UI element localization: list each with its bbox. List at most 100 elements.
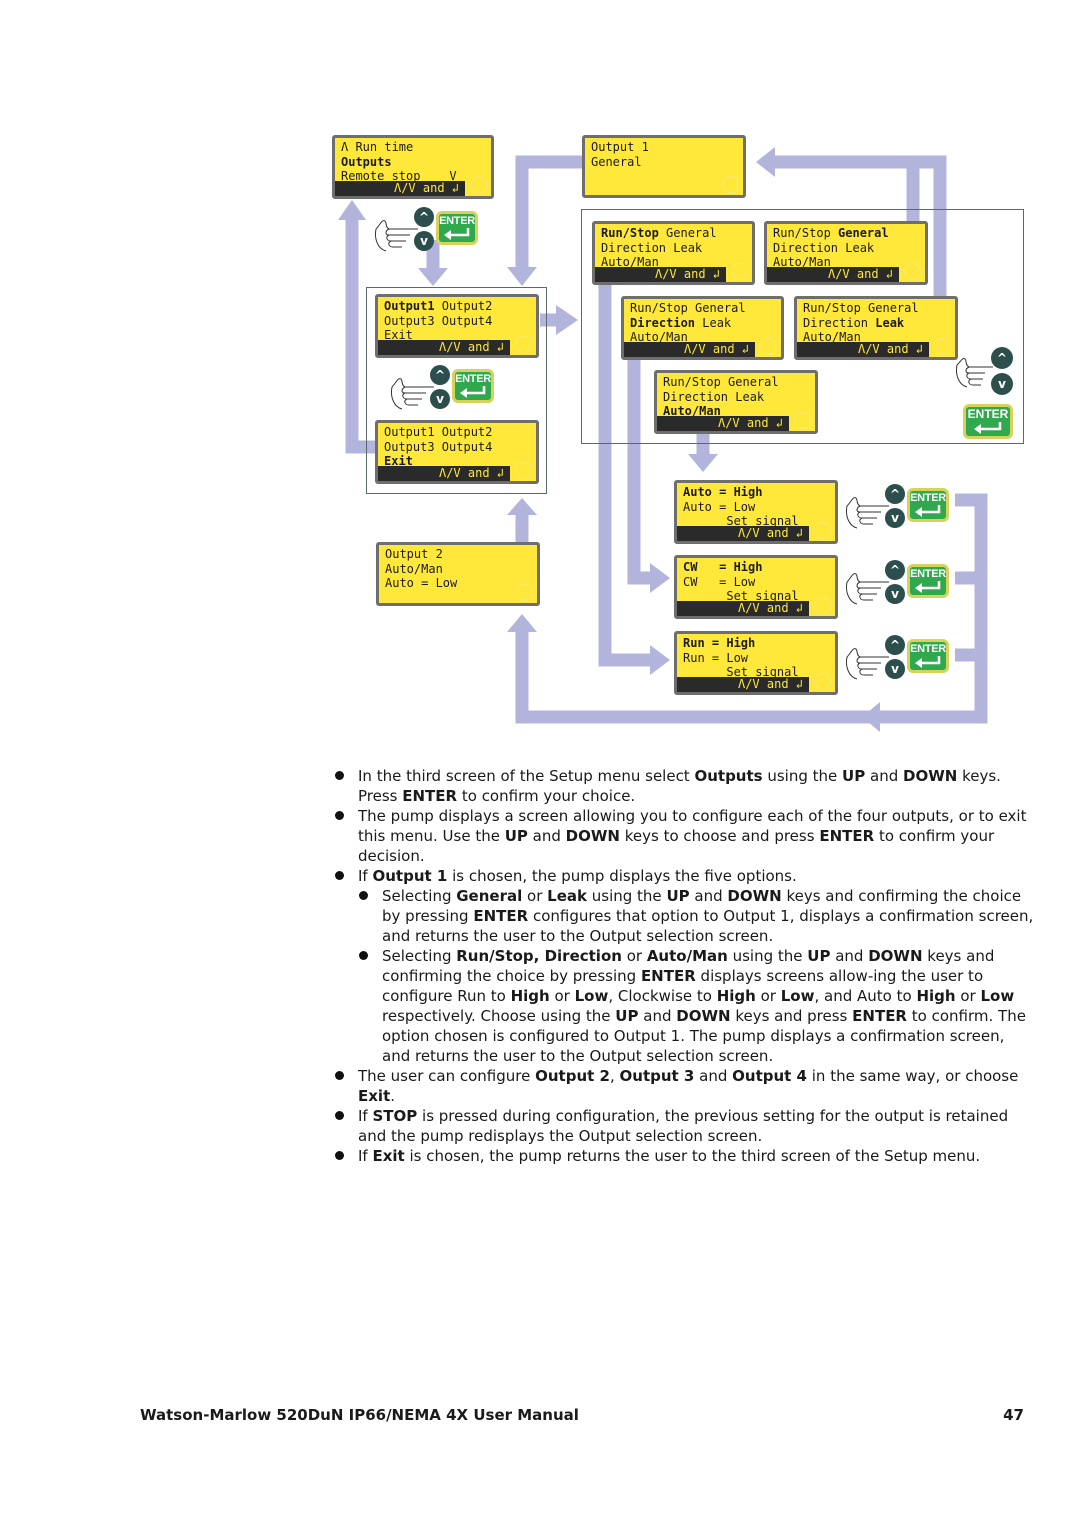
lcd-corner-circle-icon [814, 597, 831, 614]
lcd-corner-circle-icon [934, 338, 951, 355]
lcd-output1-general-confirm: Output 1 General [582, 135, 746, 198]
lcd-line: Auto/Man [385, 561, 443, 576]
lcd-corner-circle-icon [904, 263, 921, 280]
lcd-outputs-select-output1: Output1 Output2 Output3 Output4 Exit Λ/V an… [375, 294, 539, 358]
return-arrow-icon [444, 228, 470, 240]
keypad-auto: ^ v ENTER [843, 484, 963, 540]
bullet-item: If STOP is pressed during configuration,… [334, 1106, 1034, 1146]
lcd-line: Direction Leak [773, 240, 875, 255]
enter-key-label: ENTER [910, 643, 946, 655]
up-arrow-key: ^ [885, 484, 905, 504]
enter-key-label: ENTER [910, 568, 946, 580]
lcd-options-runstop: Run/Stop General Direction Leak Auto/Man Λ/… [592, 221, 755, 285]
lcd-line: Auto = High [683, 485, 763, 499]
lcd-cw-setting: CW = High CW = Low Set signal Λ/V and ↲ [674, 555, 838, 619]
enter-key-label: ENTER [439, 215, 475, 227]
lcd-line: Direction Leak [663, 389, 765, 404]
bullet-item: In the third screen of the Setup menu se… [334, 766, 1034, 806]
lcd-nav-hint: Λ/V and ↲ [624, 342, 755, 357]
lcd-line: Direction Leak [601, 240, 703, 255]
lcd-line: Run/Stop General [663, 375, 779, 389]
up-arrow-key: ^ [885, 635, 905, 655]
down-arrow-key: v [885, 508, 905, 528]
down-arrow-key: v [991, 373, 1013, 395]
lcd-corner-circle-icon [515, 336, 532, 353]
lcd-nav-hint: Λ/V and ↲ [797, 342, 929, 357]
lcd-corner-circle-icon [731, 263, 748, 280]
enter-key: ENTER [436, 211, 478, 245]
lcd-line: General [591, 154, 642, 169]
keypad-options: ^ v ENTER [955, 347, 1017, 439]
sub-bullet-item: Selecting General or Leak using the UP a… [358, 886, 1034, 946]
bullet-list: In the third screen of the Setup menu se… [334, 766, 1034, 886]
lcd-corner-circle-icon [794, 412, 811, 429]
page-footer: Watson-Marlow 520DuN IP66/NEMA 4X User M… [140, 1406, 1024, 1424]
lcd-line: Output 2 [385, 547, 443, 561]
lcd-line: Output3 Output4 [384, 313, 493, 328]
lcd-options-general: Run/Stop General Direction Leak Auto/Man Λ/… [764, 221, 928, 285]
keypad-run: ^ v ENTER [843, 635, 963, 691]
lcd-corner-circle-icon [814, 673, 831, 690]
bullet-item: If Exit is chosen, the pump returns the … [334, 1146, 1034, 1166]
arrow-confirm-to-outputs [515, 155, 582, 272]
enter-key: ENTER [452, 369, 494, 403]
lcd-corner-circle-icon [814, 522, 831, 539]
lcd-options-direction: Run/Stop General Direction Leak Auto/Man Λ/… [621, 296, 784, 360]
footer-manual-title: Watson-Marlow 520DuN IP66/NEMA 4X User M… [140, 1406, 579, 1424]
down-arrow-key: v [885, 659, 905, 679]
lcd-line: Run/Stop General [773, 226, 889, 240]
bullet-list: The user can configure Output 2, Output … [334, 1066, 1034, 1166]
instructions-text: In the third screen of the Setup menu se… [334, 766, 1034, 1166]
lcd-corner-circle-icon [722, 176, 739, 193]
return-arrow-icon [915, 581, 941, 593]
bullet-item: The pump displays a screen allowing you … [334, 806, 1034, 866]
return-arrow-icon [915, 656, 941, 668]
lcd-nav-hint: Λ/V and ↲ [677, 601, 809, 616]
lcd-corner-circle-icon [470, 177, 487, 194]
lcd-outputs-select-exit: Output1 Output2 Output3 Output4 Exit Λ/V an… [375, 420, 539, 484]
lcd-setup-menu: Λ Run time Outputs Remote stop V Λ/V and ↲ [332, 135, 494, 199]
bullet-item: If Output 1 is chosen, the pump displays… [334, 866, 1034, 886]
lcd-line: Output1 Output2 [384, 425, 493, 439]
return-arrow-icon [915, 505, 941, 517]
up-arrow-key: ^ [414, 207, 434, 227]
lcd-line: Run/Stop General [630, 301, 746, 315]
lcd-line: Run = Low [683, 650, 749, 665]
lcd-line: Output3 Output4 [384, 439, 493, 454]
down-arrow-key: v [885, 584, 905, 604]
down-arrow-key: v [430, 389, 450, 409]
lcd-line: CW = Low [683, 574, 756, 589]
down-arrow-key: v [414, 231, 434, 251]
lcd-line: CW = High [683, 560, 763, 574]
enter-key-label: ENTER [967, 407, 1009, 421]
lcd-auto-setting: Auto = High Auto = Low Set signal Λ/V and … [674, 480, 838, 544]
lcd-corner-circle-icon [516, 584, 533, 601]
lcd-nav-hint: Λ/V and ↲ [378, 466, 510, 481]
lcd-corner-circle-icon [760, 338, 777, 355]
bullet-item: The user can configure Output 2, Output … [334, 1066, 1034, 1106]
keypad-setup: ^ v ENTER [372, 207, 492, 263]
enter-key: ENTER [907, 639, 949, 673]
sub-bullet-item: Selecting Run/Stop, Direction or Auto/Ma… [358, 946, 1034, 1066]
keypad-cw: ^ v ENTER [843, 560, 963, 616]
lcd-nav-hint: Λ/V and ↲ [657, 416, 789, 431]
enter-key: ENTER [907, 488, 949, 522]
lcd-nav-hint: Λ/V and ↲ [378, 340, 510, 355]
enter-key-label: ENTER [455, 373, 491, 385]
lcd-line: Auto = Low [385, 576, 458, 590]
return-arrow-icon [460, 386, 486, 398]
lcd-nav-hint: Λ/V and ↲ [335, 181, 465, 196]
lcd-line: Output 1 [591, 140, 649, 154]
lcd-line: Direction Leak [630, 315, 732, 330]
enter-key-label: ENTER [910, 492, 946, 504]
lcd-line: Λ Run time [341, 140, 414, 154]
hand-pointer-icon [956, 358, 993, 388]
enter-key: ENTER [963, 404, 1013, 439]
menu-flow-diagram: Λ Run time Outputs Remote stop V Λ/V and ↲ … [0, 0, 1080, 760]
sub-bullet-list: Selecting General or Leak using the UP a… [358, 886, 1034, 1066]
lcd-line: Auto = Low [683, 499, 756, 514]
lcd-corner-circle-icon [515, 462, 532, 479]
return-arrow-icon [974, 422, 1002, 434]
lcd-output2-confirm: Output 2 Auto/Man Auto = Low [376, 542, 540, 606]
lcd-line: Run = High [683, 636, 756, 650]
